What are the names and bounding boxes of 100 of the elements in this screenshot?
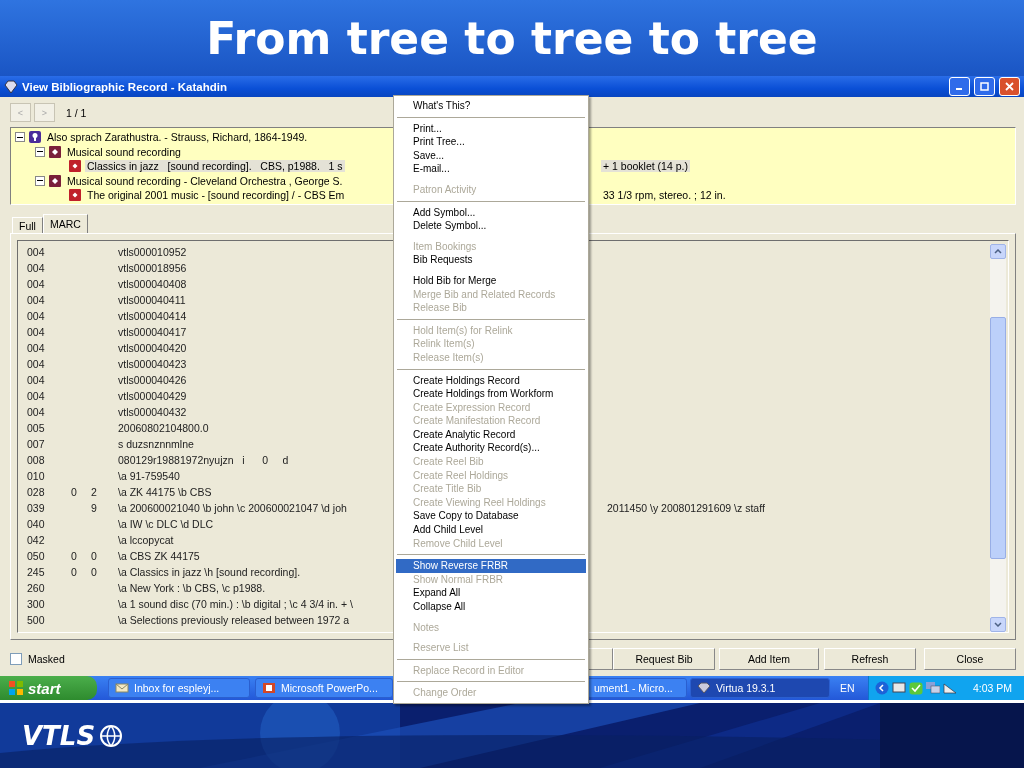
scroll-down-button[interactable] [990, 617, 1006, 632]
marc-indicator: 9 [91, 502, 97, 514]
menu-item[interactable]: E-mail... [396, 162, 586, 176]
menu-item[interactable]: Create Holdings from Workform [396, 387, 586, 401]
marc-tag: 004 [27, 390, 71, 402]
tree-item[interactable]: Musical sound recording [65, 145, 183, 158]
tree-item[interactable]: Also sprach Zarathustra. - Strauss, Richard, 1864-1949. [45, 131, 310, 144]
marc-indicator: 0 [71, 486, 77, 498]
marc-tag: 010 [27, 470, 71, 482]
menu-item[interactable]: Create Analytic Record [396, 427, 586, 442]
marc-value: 080129r19881972nyujzn i 0 d [118, 454, 290, 466]
marc-tag: 500 [27, 614, 71, 626]
marc-value: \a New York : \b CBS, \c p1988. [118, 582, 267, 594]
marc-value: \a Classics in jazz \h [sound recording]. [118, 566, 302, 578]
network-icon[interactable] [926, 682, 940, 694]
menu-item[interactable]: Hold Bib for Merge [396, 273, 586, 288]
menu-item[interactable]: Delete Symbol... [396, 219, 586, 233]
marc-value: \a IW \c DLC \d DLC [118, 518, 215, 530]
menu-item[interactable]: Create Authority Record(s)... [396, 441, 586, 456]
slide-title: From tree to tree to tree [206, 12, 818, 64]
action-button[interactable]: Close [924, 648, 1016, 670]
tree-item[interactable]: Musical sound recording - Cleveland Orchestra , George S. [65, 174, 345, 187]
marc-value: vtls000040432 [118, 406, 188, 418]
marc-value: vtls000018956 [118, 262, 188, 274]
menu-item[interactable]: What's This? [396, 99, 586, 113]
taskbar-button[interactable]: Inbox for espleyj... [108, 678, 250, 698]
taskbar-button[interactable]: Microsoft PowerPo... [255, 678, 393, 698]
menu-item[interactable]: Print... [396, 121, 586, 136]
logo: VTLS [22, 720, 96, 751]
checkmark-icon[interactable] [909, 681, 923, 695]
action-button[interactable]: Add Item [719, 648, 819, 670]
menu-item[interactable]: Create Holdings Record [396, 373, 586, 388]
tab[interactable]: Full [12, 217, 43, 233]
tree-item[interactable]: Classics in jazz [sound recording]. CBS, p1988. 1 s [85, 160, 345, 173]
close-icon [1005, 82, 1014, 91]
marc-indicator: 0 [91, 566, 97, 578]
maximize-icon [980, 82, 989, 91]
tree-item-text: 33 1/3 rpm, stereo. ; 12 in. [602, 189, 727, 202]
action-button[interactable]: Refresh [824, 648, 916, 670]
menu-item[interactable]: Add Child Level [396, 523, 586, 537]
menu-item[interactable]: Collapse All [396, 600, 586, 614]
menu-item[interactable]: Save... [396, 148, 586, 163]
menu-item[interactable]: Bib Requests [396, 253, 586, 267]
chevron-down-icon [994, 622, 1002, 627]
marc-value: vtls000040429 [118, 390, 188, 402]
marc-value: \a CBS ZK 44175 [118, 550, 201, 562]
chevron-left-icon[interactable] [875, 681, 889, 695]
marc-tag: 300 [27, 598, 71, 610]
globe-icon [99, 723, 124, 748]
marc-tag: 004 [27, 262, 71, 274]
action-button[interactable]: Request Bib [613, 648, 715, 670]
slides-icon [262, 682, 276, 694]
language-indicator[interactable]: EN [840, 682, 855, 694]
maximize-button[interactable] [974, 77, 995, 96]
marc-tag: 004 [27, 278, 71, 290]
marc-value: vtls000010952 [118, 246, 188, 258]
marc-tag: 004 [27, 374, 71, 386]
monitor-icon[interactable] [892, 682, 906, 694]
collapse-icon[interactable] [15, 132, 25, 143]
menu-item[interactable]: Show Reverse FRBR [396, 559, 586, 573]
marc-tag: 004 [27, 246, 71, 258]
clock: 4:03 PM [972, 682, 1012, 694]
marc-tag: 039 [27, 502, 71, 514]
marc-indicator: 0 [91, 550, 97, 562]
menu-item[interactable]: Expand All [396, 586, 586, 600]
minimize-button[interactable] [949, 77, 970, 96]
menu-item[interactable]: Add Symbol... [396, 205, 586, 220]
marc-tag: 005 [27, 422, 71, 434]
marc-tag: 028 [27, 486, 71, 498]
menu-item[interactable]: Save Copy to Database [396, 509, 586, 524]
collapse-icon[interactable] [35, 146, 45, 157]
marc-value: vtls000040408 [118, 278, 188, 290]
envelope-icon [115, 682, 129, 694]
tree-item[interactable]: The original 2001 music - [sound recording] / - CBS Em [85, 189, 347, 202]
app-icon [4, 79, 18, 94]
menu-item[interactable]: Print Tree... [396, 135, 586, 149]
diamond-icon [49, 145, 61, 158]
taskbar-button[interactable]: ument1 - Micro... [587, 678, 687, 698]
close-button[interactable] [999, 77, 1020, 96]
marc-tag: 042 [27, 534, 71, 546]
marc-tag: 008 [27, 454, 71, 466]
marc-indicator: 0 [71, 550, 77, 562]
marc-value: vtls000040423 [118, 358, 188, 370]
scroll-up-button[interactable] [990, 244, 1006, 259]
windows-logo-icon [8, 680, 24, 696]
scroll-thumb[interactable] [990, 317, 1006, 559]
start-button[interactable]: start [0, 676, 97, 700]
checkbox-label: Masked [28, 653, 65, 665]
partly-hidden-button[interactable] [587, 648, 613, 670]
window-title: View Bibliographic Record - Katahdin [22, 80, 228, 93]
chevron-up-icon [994, 249, 1002, 254]
tree-item-text: + 1 booklet (14 p.) [601, 160, 690, 173]
collapse-icon[interactable] [35, 175, 45, 186]
marc-value: vtls000040414 [118, 310, 188, 322]
marc-value: \a 1 sound disc (70 min.) : \b digital ; \c 4 3/4 in. + \ [118, 598, 354, 610]
marc-tag: 260 [27, 582, 71, 594]
checkbox[interactable] [10, 653, 22, 665]
taskbar-button[interactable]: Virtua 19.3.1 [690, 678, 830, 698]
tab[interactable]: MARC [42, 214, 88, 233]
marc-value: vtls000040426 [118, 374, 188, 386]
